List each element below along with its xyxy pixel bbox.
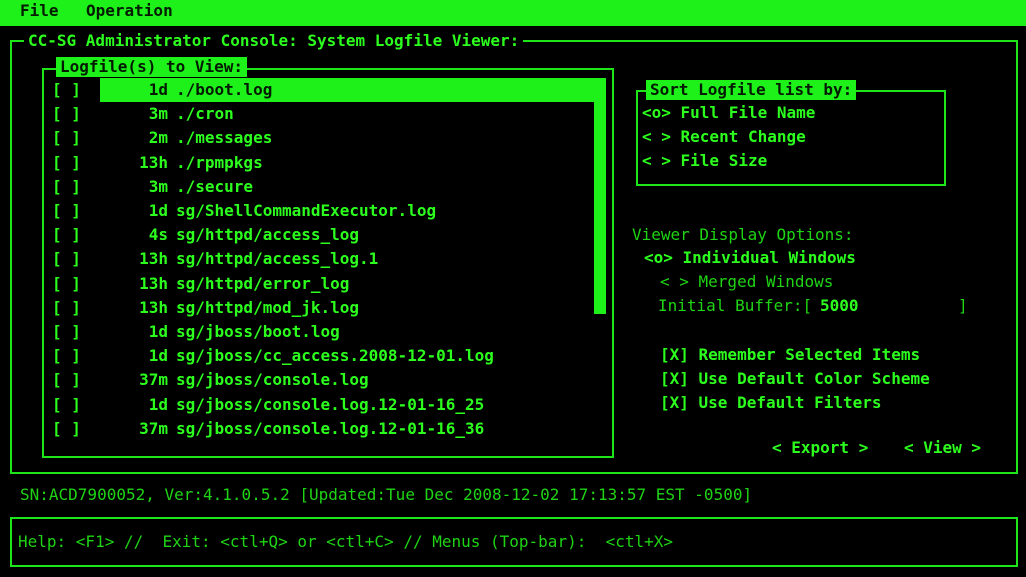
logfile-name: ./rpmpkgs (176, 152, 263, 172)
logfile-age: 37m (139, 418, 168, 438)
logfile-age: 1d (148, 346, 168, 366)
display-options-label: Viewer Display Options: (632, 225, 854, 244)
logfile-age: 13h (139, 297, 168, 317)
view-button[interactable]: < View > (904, 436, 981, 460)
logfile-name: sg/jboss/boot.log (176, 322, 340, 341)
logfile-name: ./boot.log (176, 80, 273, 99)
initial-buffer-end: ] (958, 296, 968, 315)
logfile-name: sg/jboss/console.log.12-01-16_25 (176, 394, 485, 414)
logfile-checkbox[interactable]: [ ] (52, 126, 81, 150)
logfile-age: 3m (148, 176, 168, 196)
initial-buffer-input[interactable]: 5000 (820, 294, 859, 318)
logfile-checkbox[interactable]: [ ] (52, 78, 81, 102)
initial-buffer-label: Initial Buffer:[ (658, 296, 813, 315)
checkbox-default-color[interactable]: [X] Use Default Color Scheme (660, 367, 930, 391)
logfile-age: 3m (148, 104, 168, 124)
logfile-name: sg/jboss/console.log (176, 370, 369, 390)
option-individual-windows[interactable]: <o> Individual Windows (644, 246, 856, 270)
logfile-checkbox[interactable]: [ ] (52, 320, 81, 344)
logfile-age: 13h (139, 152, 168, 172)
logfile-age: 13h (139, 273, 168, 293)
logfile-name: ./secure (176, 176, 254, 196)
sort-option-full-name[interactable]: <o> Full File Name (642, 101, 815, 125)
list-scrollbar[interactable] (594, 78, 606, 314)
logfile-name: sg/ShellCommandExecutor.log (176, 201, 437, 220)
logfile-age: 1d (148, 322, 168, 341)
sort-option-file-size[interactable]: < > File Size (642, 149, 767, 173)
logfile-checkbox[interactable]: [ ] (52, 296, 81, 320)
help-line: Help: <F1> // Exit: <ctl+Q> or <ctl+C> /… (18, 532, 674, 551)
logfile-name: sg/httpd/access_log.1 (176, 249, 379, 269)
logfile-age: 1d (148, 201, 168, 220)
sort-title: Sort Logfile list by: (646, 80, 857, 100)
menu-bar: File Operation (0, 0, 1026, 26)
menu-file[interactable]: File (20, 1, 59, 20)
logfile-list-title: Logfile(s) to View: (56, 57, 248, 77)
logfile-checkbox[interactable]: [ ] (52, 272, 81, 296)
checkbox-remember-selected[interactable]: [X] Remember Selected Items (660, 343, 920, 367)
logfile-name: ./cron (176, 104, 234, 124)
logfile-age: 13h (139, 249, 168, 269)
logfile-checkbox[interactable]: [ ] (52, 368, 81, 392)
sort-option-recent-change[interactable]: < > Recent Change (642, 125, 806, 149)
logfile-name: ./messages (176, 128, 273, 148)
logfile-checkbox[interactable]: [ ] (52, 102, 81, 126)
export-button[interactable]: < Export > (772, 436, 868, 460)
logfile-checkbox[interactable]: [ ] (52, 223, 81, 247)
logfile-age: 2m (148, 128, 168, 148)
logfile-age: 37m (139, 370, 168, 390)
logfile-name: sg/httpd/access_log (176, 225, 360, 245)
logfile-checkbox[interactable]: [ ] (52, 417, 81, 441)
logfile-checkbox[interactable]: [ ] (52, 199, 81, 223)
option-merged-windows[interactable]: < > Merged Windows (660, 270, 833, 294)
logfile-name: sg/httpd/mod_jk.log (176, 297, 360, 317)
menu-operation[interactable]: Operation (86, 1, 173, 20)
checkbox-default-filters[interactable]: [X] Use Default Filters (660, 391, 882, 415)
logfile-name: sg/jboss/cc_access.2008-12-01.log (176, 346, 494, 366)
logfile-name: sg/httpd/error_log (176, 273, 350, 293)
logfile-age: 1d (148, 80, 168, 99)
logfile-name: sg/jboss/console.log.12-01-16_36 (176, 418, 485, 438)
logfile-checkbox[interactable]: [ ] (52, 175, 81, 199)
logfile-checkbox[interactable]: [ ] (52, 151, 81, 175)
logfile-checkbox[interactable]: [ ] (52, 393, 81, 417)
console-title: CC-SG Administrator Console: System Logf… (24, 31, 524, 51)
logfile-checkbox[interactable]: [ ] (52, 344, 81, 368)
status-line: SN:ACD7900052, Ver:4.1.0.5.2 [Updated:Tu… (20, 485, 753, 504)
logfile-age: 4s (148, 225, 168, 245)
logfile-age: 1d (148, 394, 168, 414)
logfile-checkbox[interactable]: [ ] (52, 247, 81, 271)
